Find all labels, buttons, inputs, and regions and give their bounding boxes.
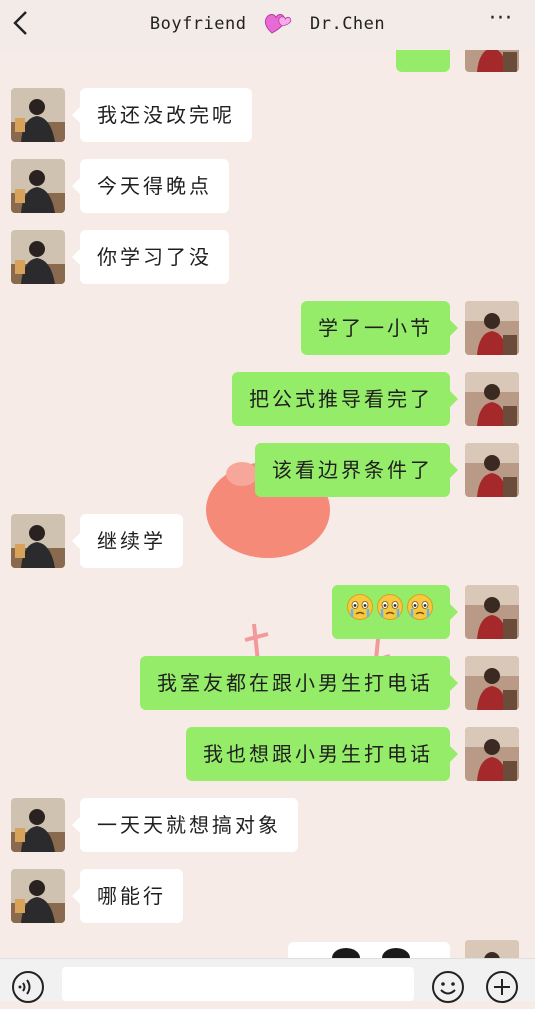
outgoing-message[interactable]: 我也想跟小男生打电话 [186,727,458,781]
input-bar [0,958,535,1003]
plus-icon[interactable] [484,969,520,1009]
boyfriend-avatar[interactable] [11,798,65,852]
my-avatar[interactable] [465,443,519,497]
heart-icon [263,9,293,40]
outgoing-message[interactable]: 把公式推导看完了 [232,372,458,426]
more-dots-icon[interactable]: ··· [489,6,513,31]
boyfriend-avatar[interactable] [11,514,65,568]
boyfriend-avatar[interactable] [11,159,65,213]
boyfriend-avatar[interactable] [11,230,65,284]
voice-icon[interactable] [10,969,46,1009]
outgoing-message[interactable]: 学了一小节 [301,301,458,355]
title-left: Boyfriend [149,14,247,34]
incoming-message[interactable]: 继续学 [72,514,183,568]
incoming-message[interactable]: 哪能行 [72,869,183,923]
my-avatar[interactable] [465,372,519,426]
boyfriend-avatar[interactable] [11,88,65,142]
incoming-message[interactable]: 我还没改完呢 [72,88,252,142]
incoming-message[interactable]: 今天得晚点 [72,159,229,213]
boyfriend-avatar[interactable] [11,869,65,923]
my-avatar[interactable] [465,585,519,639]
message-input[interactable] [62,967,414,1001]
emoji-icon[interactable] [430,969,466,1009]
my-avatar[interactable] [465,727,519,781]
chat-title: Boyfriend Dr.Chen [0,9,535,40]
outgoing-message[interactable]: 该看边界条件了 [255,443,458,497]
incoming-message[interactable]: 一天天就想搞对象 [72,798,298,852]
crying-face-emoji [346,587,374,641]
incoming-message[interactable]: 你学习了没 [72,230,229,284]
crying-face-emoji [406,587,434,641]
chat-header: Boyfriend Dr.Chen ··· [0,0,535,50]
outgoing-emoji-message[interactable] [332,585,458,641]
my-avatar[interactable] [465,301,519,355]
title-right: Dr.Chen [309,14,386,34]
outgoing-message[interactable]: 我室友都在跟小男生打电话 [140,656,458,710]
my-avatar[interactable] [465,940,519,960]
my-avatar[interactable] [465,656,519,710]
crying-face-emoji [376,587,404,641]
